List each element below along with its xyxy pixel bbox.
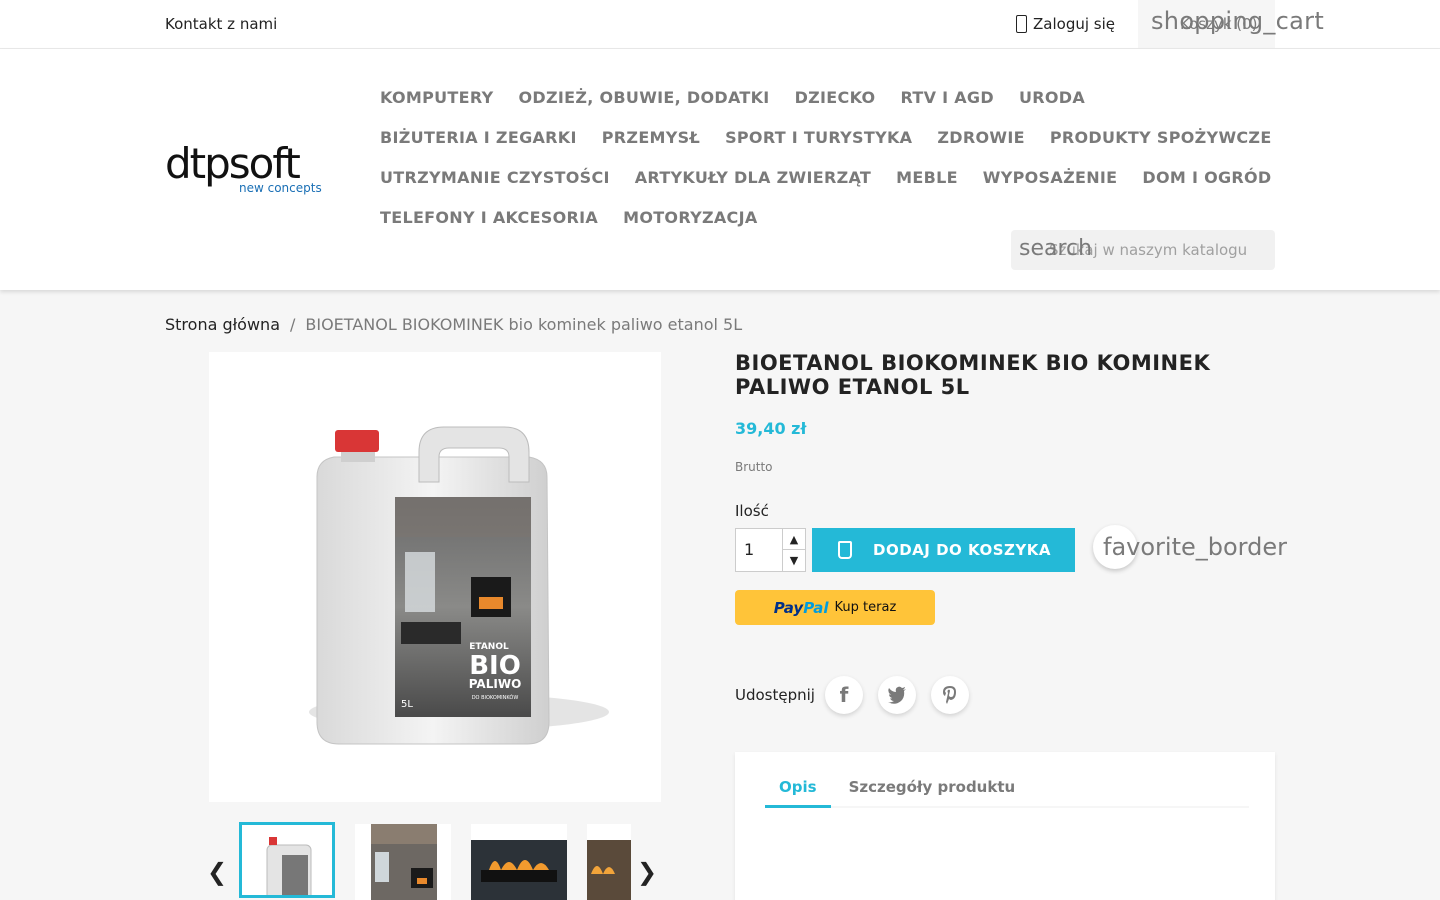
tab-bar: Opis Szczegóły produktu: [765, 778, 1249, 808]
top-bar: Kontakt z nami Zaloguj się Koszyk (0) sh…: [0, 0, 1440, 49]
favorite-border-icon: favorite_border: [1103, 533, 1287, 561]
add-to-cart-label: DODAJ DO KOSZYKA: [873, 541, 1051, 559]
product-price: 39,40 zł: [735, 419, 807, 438]
nav-item-dziecko[interactable]: DZIECKO: [795, 88, 876, 107]
quantity-label: Ilość: [735, 502, 769, 520]
nav-item-spozywcze[interactable]: PRODUKTY SPOŻYWCZE: [1050, 128, 1272, 147]
nav-item-przemysl[interactable]: PRZEMYSŁ: [602, 128, 700, 147]
user-icon: [1016, 15, 1027, 33]
nav-item-sport[interactable]: SPORT I TURYSTYKA: [725, 128, 912, 147]
canister-sub: DO BIOKOMINKÓW: [472, 694, 519, 701]
login-link[interactable]: Zaloguj się: [1016, 15, 1115, 33]
logo-tagline: new concepts: [239, 181, 322, 195]
thumbnail[interactable]: [471, 824, 567, 900]
search-icon[interactable]: search: [1019, 236, 1092, 261]
logo-main-text: dtpsoft: [165, 139, 301, 188]
nav-item-motoryzacja[interactable]: MOTORYZACJA: [623, 208, 757, 227]
nav-item-wyposazenie[interactable]: WYPOSAŻENIE: [983, 168, 1118, 187]
tab-product-details[interactable]: Szczegóły produktu: [849, 778, 1016, 808]
nav-item-uroda[interactable]: URODA: [1019, 88, 1085, 107]
site-logo[interactable]: dtpsoft new concepts: [165, 143, 327, 197]
nav-item-bizuteria[interactable]: BIŻUTERIA I ZEGARKI: [380, 128, 577, 147]
thumbnail[interactable]: [355, 824, 451, 900]
paypal-label: Kup teraz: [834, 600, 897, 615]
breadcrumb-current: BIOETANOL BIOKOMINEK bio kominek paliwo …: [305, 315, 743, 334]
thumbnail-strip: ❮ ❯: [205, 822, 665, 900]
nav-item-komputery[interactable]: KOMPUTERY: [380, 88, 494, 107]
product-main-image[interactable]: ETANOL BIO PALIWO DO BIOKOMINKÓW 5L: [209, 352, 661, 802]
share-section: Udostępnij f: [735, 674, 984, 716]
cart-icon: [838, 541, 852, 559]
share-label: Udostępnij: [735, 686, 815, 704]
contact-link[interactable]: Kontakt z nami: [165, 15, 277, 33]
quantity-input[interactable]: 1: [735, 528, 783, 572]
twitter-icon[interactable]: [877, 676, 916, 714]
chevron-down-icon[interactable]: ▼: [783, 550, 805, 571]
nav-row: KOMPUTERY ODZIEŻ, OBUWIE, DODATKI DZIECK…: [380, 77, 1280, 117]
canister-image: ETANOL BIO PALIWO DO BIOKOMINKÓW 5L: [309, 426, 609, 745]
nav-item-telefony[interactable]: TELEFONY I AKCESORIA: [380, 208, 598, 227]
nav-item-rtv-agd[interactable]: RTV I AGD: [900, 88, 994, 107]
wishlist-button[interactable]: favorite_border: [1093, 525, 1287, 569]
nav-item-czystosc[interactable]: UTRZYMANIE CZYSTOŚCI: [380, 168, 610, 187]
thumbnail[interactable]: [587, 824, 631, 900]
search-box: search: [1011, 230, 1275, 270]
shopping-cart-icon: shopping_cart: [1151, 7, 1325, 35]
nav-row: BIŻUTERIA I ZEGARKI PRZEMYSŁ SPORT I TUR…: [380, 117, 1280, 157]
canister-volume: 5L: [401, 699, 413, 710]
facebook-icon[interactable]: f: [824, 676, 863, 714]
paypal-logo: PayPal: [773, 598, 829, 617]
cart-button[interactable]: Koszyk (0) shopping_cart: [1138, 0, 1324, 48]
nav-row: UTRZYMANIE CZYSTOŚCI ARTYKUŁY DLA ZWIERZ…: [380, 157, 1280, 197]
thumbnail[interactable]: [239, 822, 335, 898]
nav-item-zdrowie[interactable]: ZDROWIE: [937, 128, 1024, 147]
tab-description[interactable]: Opis: [765, 778, 831, 808]
paypal-button[interactable]: PayPal Kup teraz: [735, 590, 935, 625]
login-label: Zaloguj się: [1033, 15, 1115, 33]
add-to-cart-button[interactable]: DODAJ DO KOSZYKA: [812, 528, 1075, 572]
chevron-right-icon[interactable]: ❯: [637, 858, 657, 886]
chevron-left-icon[interactable]: ❮: [207, 858, 227, 886]
breadcrumb-separator: /: [290, 315, 296, 334]
chevron-up-icon[interactable]: ▲: [783, 529, 805, 550]
nav-item-meble[interactable]: MEBLE: [896, 168, 958, 187]
canister-paliwo: PALIWO: [469, 677, 522, 691]
tax-label: Brutto: [735, 460, 773, 474]
header: dtpsoft new concepts KOMPUTERY ODZIEŻ, O…: [0, 49, 1440, 290]
pinterest-icon[interactable]: [930, 676, 969, 714]
product-title: BIOETANOL BIOKOMINEK BIO KOMINEK PALIWO …: [735, 351, 1211, 399]
product-tabs: Opis Szczegóły produktu: [735, 752, 1275, 900]
nav-item-dom-ogrod[interactable]: DOM I OGRÓD: [1142, 168, 1271, 187]
breadcrumb: Strona główna / BIOETANOL BIOKOMINEK bio…: [165, 315, 742, 334]
nav-item-zwierzeta[interactable]: ARTYKUŁY DLA ZWIERZĄT: [635, 168, 871, 187]
breadcrumb-home[interactable]: Strona główna: [165, 315, 280, 334]
nav-item-odziez[interactable]: ODZIEŻ, OBUWIE, DODATKI: [519, 88, 770, 107]
category-nav: KOMPUTERY ODZIEŻ, OBUWIE, DODATKI DZIECK…: [380, 77, 1280, 237]
quantity-stepper: ▲ ▼: [782, 528, 806, 572]
